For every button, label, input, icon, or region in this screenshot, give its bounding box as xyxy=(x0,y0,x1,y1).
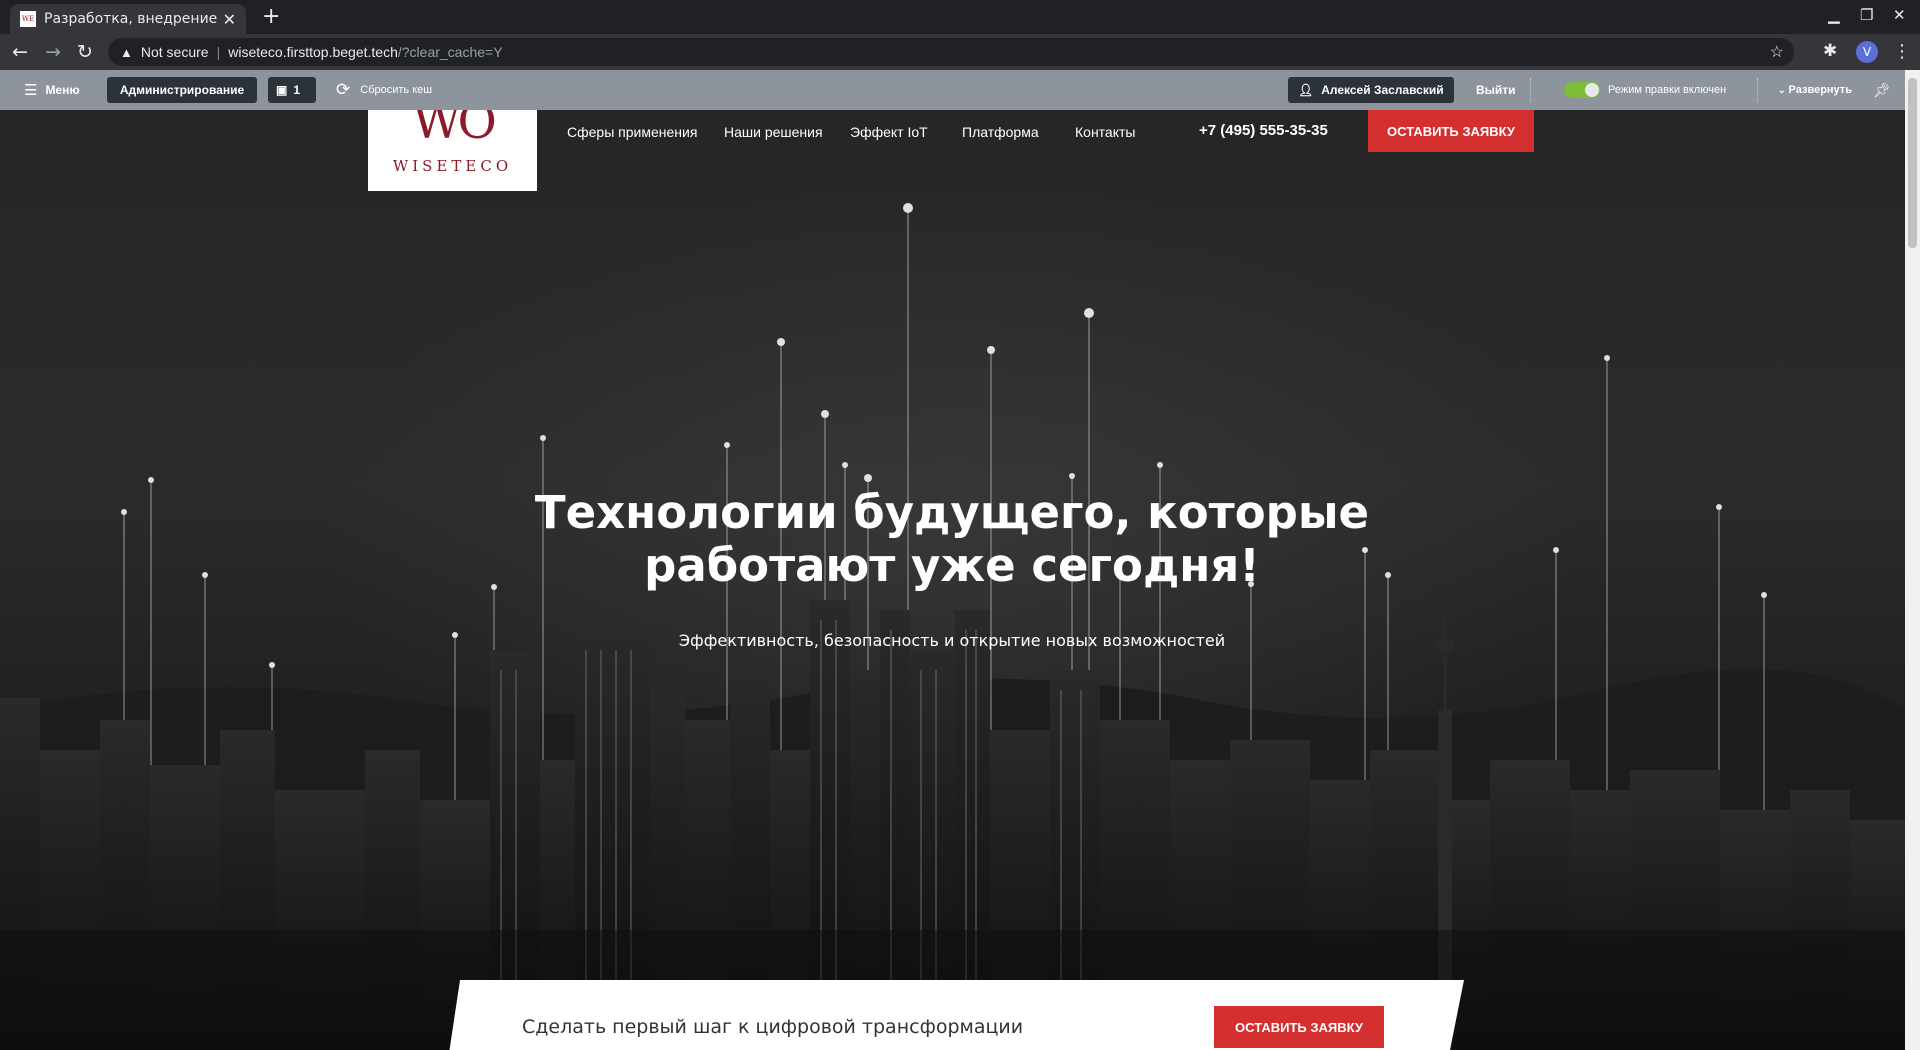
tab-title: Разработка, внедрение и по xyxy=(44,11,217,27)
security-status: Not secure xyxy=(140,44,209,60)
page-scrollbar[interactable] xyxy=(1905,70,1920,1050)
url-host: wiseteco.firsttop.beget.tech xyxy=(228,44,398,60)
url-path: /?clear_cache=Y xyxy=(397,44,503,60)
nav-item-contacts[interactable]: Контакты xyxy=(1075,124,1135,140)
user-name: Алексей Заславский xyxy=(1321,83,1444,97)
minimize-icon[interactable]: ▁ xyxy=(1828,6,1840,24)
logo-wordmark: WISETECO xyxy=(392,157,513,175)
notification-icon: ▣ xyxy=(276,83,288,97)
expand-button[interactable]: ⌄ Развернуть xyxy=(1778,70,1852,110)
clear-cache-button[interactable]: ⟳ Сбросить кеш xyxy=(336,70,432,110)
toggle-switch[interactable] xyxy=(1564,82,1600,98)
phone-number[interactable]: +7 (495) 555-35-35 xyxy=(1199,122,1328,139)
user-button[interactable]: 👤︎ Алексей Заславский xyxy=(1288,77,1454,103)
logo-mark: WO xyxy=(412,110,497,150)
favicon-icon: WE xyxy=(20,11,36,27)
divider xyxy=(1757,78,1758,102)
nav-item-iot-effect[interactable]: Эффект IoT xyxy=(850,124,928,140)
nav-item-applications[interactable]: Сферы применения xyxy=(567,124,697,140)
reload-icon[interactable]: ↻ xyxy=(77,41,93,63)
edit-mode-label: Режим правки включен xyxy=(1608,84,1727,96)
hero-title: Технологии будущего, которые работают уж… xyxy=(452,486,1452,592)
window-close-icon[interactable]: ✕ xyxy=(1893,6,1906,24)
profile-avatar[interactable]: V xyxy=(1856,41,1878,63)
refresh-icon: ⟳ xyxy=(336,80,351,99)
scrollbar-thumb[interactable] xyxy=(1908,78,1917,248)
user-icon: 👤︎ xyxy=(1298,83,1314,97)
browser-tab[interactable]: WE Разработка, внедрение и по ✕ xyxy=(10,4,246,34)
hero-subtitle: Эффективность, безопасность и открытие н… xyxy=(678,631,1226,650)
divider xyxy=(1530,78,1531,102)
expand-label: Развернуть xyxy=(1788,84,1852,96)
back-icon[interactable]: ← xyxy=(12,41,28,63)
hero-title-line1: Технологии будущего, которые xyxy=(534,486,1370,539)
browser-toolbar: ← → ↻ ▲ Not secure | wiseteco.firsttop.b… xyxy=(0,34,1920,70)
pin-icon[interactable]: 📌︎ xyxy=(1873,70,1891,110)
chevron-down-icon: ⌄ xyxy=(1778,84,1786,95)
administration-button[interactable]: Администрирование xyxy=(107,77,257,103)
nav-item-platform[interactable]: Платформа xyxy=(962,124,1039,140)
close-tab-icon[interactable]: ✕ xyxy=(223,10,236,29)
extensions-icon[interactable]: ✱ xyxy=(1823,41,1837,61)
clear-cache-label: Сбросить кеш xyxy=(360,84,433,96)
cta-card: Сделать первый шаг к цифровой трансформа… xyxy=(448,980,1464,1050)
bookmark-star-icon[interactable]: ☆ xyxy=(1770,42,1784,62)
website-viewport: WO WISETECO Сферы применения Наши решени… xyxy=(0,110,1905,1050)
logout-button[interactable]: Выйти xyxy=(1476,70,1516,110)
hamburger-icon: ☰ xyxy=(24,82,38,99)
warning-icon: ▲ xyxy=(120,44,133,60)
browser-tabbar: WE Разработка, внедрение и по ✕ + ▁ ❐ ✕ xyxy=(0,0,1920,34)
forward-icon[interactable]: → xyxy=(45,41,61,63)
browser-menu-icon[interactable]: ⋮ xyxy=(1893,41,1911,62)
menu-button[interactable]: ☰ Меню xyxy=(24,70,80,110)
hero-title-line2: работают уже сегодня! xyxy=(644,539,1260,592)
url-separator: | xyxy=(216,44,221,60)
site-logo[interactable]: WO WISETECO xyxy=(368,110,537,191)
cta-card-text: Сделать первый шаг к цифровой трансформа… xyxy=(522,1016,1024,1038)
notifications-button[interactable]: ▣ 1 xyxy=(268,77,316,103)
address-bar[interactable]: ▲ Not secure | wiseteco.firsttop.beget.t… xyxy=(108,38,1794,66)
restore-icon[interactable]: ❐ xyxy=(1860,6,1873,24)
edit-mode-toggle[interactable]: Режим правки включен xyxy=(1564,70,1726,110)
notifications-count: 1 xyxy=(293,83,301,97)
nav-item-solutions[interactable]: Наши решения xyxy=(724,124,823,140)
new-tab-icon[interactable]: + xyxy=(262,4,280,29)
admin-panel: ☰ Меню Администрирование ▣ 1 ⟳ Сбросить … xyxy=(0,70,1905,110)
request-button-card[interactable]: ОСТАВИТЬ ЗАЯВКУ xyxy=(1214,1006,1384,1048)
menu-label: Меню xyxy=(45,83,80,97)
request-button-header[interactable]: ОСТАВИТЬ ЗАЯВКУ xyxy=(1368,110,1534,152)
